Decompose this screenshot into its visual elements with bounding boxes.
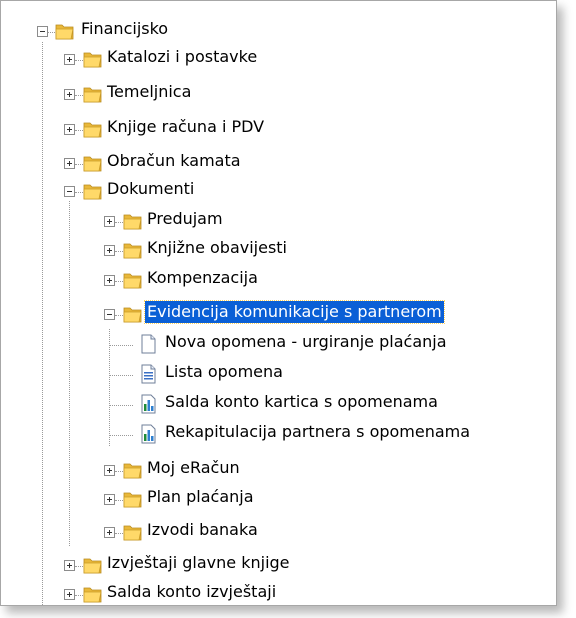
- expand-toggle[interactable]: [64, 124, 75, 135]
- folder-icon: [123, 243, 142, 259]
- folder-icon: [123, 273, 142, 289]
- tree-line: [75, 192, 83, 193]
- expand-toggle[interactable]: [64, 89, 75, 100]
- folder-icon: [83, 156, 102, 172]
- tree-leaf-rekapitulacija-partnera[interactable]: Rekapitulacija partnera s opomenama: [1, 421, 556, 449]
- tree-node-label[interactable]: Lista opomena: [163, 361, 285, 383]
- tree-node-kompenzacija[interactable]: Kompenzacija: [1, 267, 556, 295]
- tree-node-katalozi[interactable]: Katalozi i postavke: [1, 46, 556, 74]
- folder-icon: [83, 587, 102, 603]
- collapse-toggle[interactable]: [104, 309, 115, 320]
- tree-node-dokumenti[interactable]: Dokumenti: [1, 178, 556, 206]
- tree-leaf-salda-konto-kartica[interactable]: Salda konto kartica s opomenama: [1, 391, 556, 419]
- expand-toggle[interactable]: [104, 245, 115, 256]
- tree-node-obracun-kamata[interactable]: Obračun kamata: [1, 150, 556, 178]
- tree-node-label[interactable]: Salda konto izvještaji: [105, 581, 278, 603]
- folder-icon: [83, 87, 102, 103]
- tree-node-knjizne-obavijesti[interactable]: Knjižne obavijesti: [1, 237, 556, 265]
- expand-toggle[interactable]: [64, 54, 75, 65]
- tree-node-salda-konto-izvjestaji[interactable]: Salda konto izvještaji: [1, 581, 556, 605]
- expand-toggle[interactable]: [64, 158, 75, 169]
- tree-line: [115, 222, 123, 223]
- tree-line: [115, 251, 123, 252]
- folder-icon: [123, 214, 142, 230]
- tree-node-label[interactable]: Knjižne obavijesti: [145, 237, 289, 259]
- tree-node-knjige-racuna[interactable]: Knjige računa i PDV: [1, 116, 556, 144]
- tree-node-label[interactable]: Obračun kamata: [105, 150, 243, 172]
- expand-toggle[interactable]: [104, 465, 115, 476]
- folder-icon: [83, 184, 102, 200]
- tree-panel: Financijsko Katalozi i postavke Temeljni…: [0, 0, 557, 606]
- expand-toggle[interactable]: [104, 527, 115, 538]
- tree-line: [109, 345, 133, 346]
- tree-line: [75, 95, 83, 96]
- expand-toggle[interactable]: [104, 216, 115, 227]
- tree-leaf-nova-opomena[interactable]: Nova opomena - urgiranje plaćanja: [1, 331, 556, 359]
- tree-leaf-lista-opomena[interactable]: Lista opomena: [1, 361, 556, 389]
- tree-line: [75, 60, 83, 61]
- expand-toggle[interactable]: [64, 560, 75, 571]
- tree-node-label[interactable]: Plan plaćanja: [145, 486, 256, 508]
- tree-node-financijsko[interactable]: Financijsko: [1, 18, 556, 46]
- tree-node-label[interactable]: Temeljnica: [105, 81, 193, 103]
- new-document-icon: [141, 334, 156, 354]
- report-chart-icon: [141, 394, 156, 414]
- tree-node-evidencija-komunikacije[interactable]: Evidencija komunikacije s partnerom: [1, 300, 556, 329]
- folder-icon: [123, 492, 142, 508]
- folder-icon: [83, 52, 102, 68]
- tree-node-label[interactable]: Predujam: [145, 208, 225, 230]
- tree-node-label[interactable]: Rekapitulacija partnera s opomenama: [163, 421, 472, 443]
- expand-toggle[interactable]: [64, 589, 75, 600]
- tree-node-moj-eracun[interactable]: Moj eRačun: [1, 457, 556, 485]
- tree-node-label[interactable]: Salda konto kartica s opomenama: [163, 391, 440, 413]
- tree-node-predujam[interactable]: Predujam: [1, 208, 556, 236]
- tree-line: [115, 281, 123, 282]
- tree-line: [115, 500, 123, 501]
- tree-node-plan-placanja[interactable]: Plan plaćanja: [1, 486, 556, 514]
- tree-node-label[interactable]: Izvodi banaka: [145, 519, 260, 541]
- tree-line: [75, 164, 83, 165]
- tree-line: [109, 435, 133, 436]
- tree-line: [115, 533, 123, 534]
- folder-icon: [83, 558, 102, 574]
- list-document-icon: [141, 364, 156, 384]
- tree-node-label[interactable]: Dokumenti: [105, 178, 196, 200]
- tree-node-label[interactable]: Kompenzacija: [145, 267, 260, 289]
- tree-node-izvodi-banaka[interactable]: Izvodi banaka: [1, 519, 556, 547]
- folder-icon: [123, 525, 142, 541]
- expand-toggle[interactable]: [104, 275, 115, 286]
- folder-icon: [123, 463, 142, 479]
- expand-toggle[interactable]: [104, 494, 115, 505]
- navigation-tree: Financijsko Katalozi i postavke Temeljni…: [1, 1, 556, 605]
- tree-node-label[interactable]: Nova opomena - urgiranje plaćanja: [163, 331, 449, 353]
- tree-node-label[interactable]: Izvještaji glavne knjige: [105, 552, 292, 574]
- tree-line: [75, 130, 83, 131]
- tree-line: [109, 375, 133, 376]
- folder-icon: [123, 307, 142, 323]
- tree-line: [109, 405, 133, 406]
- tree-node-label[interactable]: Katalozi i postavke: [105, 46, 259, 68]
- tree-line: [75, 595, 83, 596]
- tree-line: [115, 471, 123, 472]
- tree-node-label[interactable]: Knjige računa i PDV: [105, 116, 266, 138]
- collapse-toggle[interactable]: [64, 186, 75, 197]
- folder-icon: [83, 122, 102, 138]
- tree-line: [75, 566, 83, 567]
- tree-node-temeljnica[interactable]: Temeljnica: [1, 81, 556, 109]
- tree-node-label-selected[interactable]: Evidencija komunikacije s partnerom: [144, 300, 445, 324]
- tree-node-label[interactable]: Financijsko: [79, 18, 170, 40]
- tree-node-izvjestaji-glavne-knjige[interactable]: Izvještaji glavne knjige: [1, 552, 556, 580]
- tree-line: [115, 315, 123, 316]
- report-chart-icon: [141, 424, 156, 444]
- tree-node-label[interactable]: Moj eRačun: [145, 457, 242, 479]
- folder-icon: [55, 24, 74, 40]
- collapse-toggle[interactable]: [37, 26, 48, 37]
